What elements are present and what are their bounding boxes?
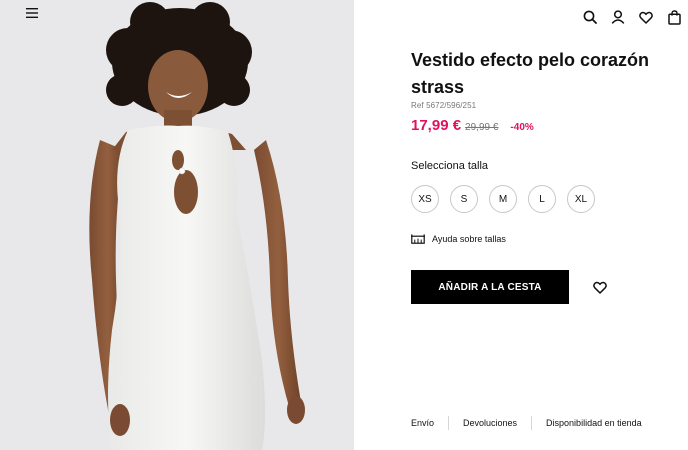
size-selector: XS S M L XL (411, 185, 606, 213)
header-actions (576, 6, 688, 28)
size-option-xl[interactable]: XL (567, 185, 595, 213)
ruler-icon (411, 234, 425, 244)
add-to-wishlist-button[interactable] (591, 278, 609, 296)
size-option-xs[interactable]: XS (411, 185, 439, 213)
model-photo (89, 2, 305, 450)
product-title: Vestido efecto pelo corazón strass (411, 50, 650, 97)
account-button[interactable] (604, 6, 632, 28)
add-to-cart-button[interactable]: AÑADIR A LA CESTA (411, 270, 569, 304)
size-option-s[interactable]: S (450, 185, 478, 213)
shipping-link[interactable]: Envío (411, 418, 434, 428)
discount-badge: -40% (510, 122, 534, 133)
size-label: Selecciona talla (411, 160, 489, 172)
hamburger-menu-icon (26, 8, 38, 18)
returns-link[interactable]: Devoluciones (463, 418, 517, 428)
heart-icon (593, 281, 607, 294)
product-reference: Ref 5672/596/251 (411, 101, 477, 110)
size-option-l[interactable]: L (528, 185, 556, 213)
original-price: 29,99 € (465, 122, 499, 133)
search-button[interactable] (576, 6, 604, 28)
bag-icon (667, 9, 681, 25)
size-guide-label: Ayuda sobre tallas (432, 234, 506, 244)
heart-icon (639, 11, 653, 24)
size-guide-link[interactable]: Ayuda sobre tallas (411, 234, 506, 244)
wishlist-button[interactable] (632, 6, 660, 28)
search-icon (583, 10, 597, 24)
price-row: 17,99 € 29,99 € -40% (411, 117, 534, 134)
store-availability-link[interactable]: Disponibilidad en tienda (546, 418, 642, 428)
size-option-m[interactable]: M (489, 185, 517, 213)
product-info-links: Envío Devoluciones Disponibilidad en tie… (411, 416, 642, 430)
user-icon (611, 10, 625, 24)
divider (531, 416, 533, 430)
menu-button[interactable] (26, 8, 44, 24)
product-image (0, 0, 354, 450)
cart-button[interactable] (660, 6, 688, 28)
divider (448, 416, 450, 430)
current-price: 17,99 € (411, 117, 462, 134)
